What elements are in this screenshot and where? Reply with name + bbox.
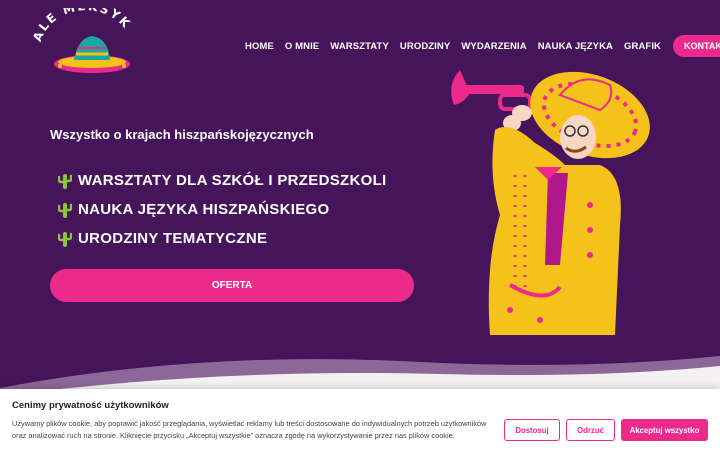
feature-list: WARSZTATY DLA SZKÓŁ I PRZEDSZKOLI NAUKA … [58,166,387,253]
svg-text:ALE MEKSYK: ALE MEKSYK [30,8,134,43]
hero-section: ALE MEKSYK HOME O MNIE WARSZTATY URODZIN… [0,0,720,450]
nav-nauka-jezyka[interactable]: NAUKA JĘZYKA [538,41,613,52]
nav-wydarzenia[interactable]: WYDARZENIA [461,41,526,52]
accept-all-button[interactable]: Akceptuj wszystko [621,419,708,441]
cookie-title: Cenimy prywatność użytkowników [12,400,169,411]
reject-button[interactable]: Odrzuć [566,419,615,441]
main-nav: HOME O MNIE WARSZTATY URODZINY WYDARZENI… [245,35,720,57]
cactus-icon [58,173,72,189]
cookie-banner: Cenimy prywatność użytkowników Używamy p… [0,389,720,450]
contact-button[interactable]: KONTAKT [673,35,720,57]
feature-label: NAUKA JĘZYKA HISZPAŃSKIEGO [78,201,330,218]
offer-button[interactable]: OFERTA [50,269,414,302]
feature-item: URODZINY TEMATYCZNE [58,224,387,253]
feature-item: WARSZTATY DLA SZKÓŁ I PRZEDSZKOLI [58,166,387,195]
feature-label: WARSZTATY DLA SZKÓŁ I PRZEDSZKOLI [78,172,387,189]
ale-meksyk-logo[interactable]: ALE MEKSYK [30,8,140,80]
customize-button[interactable]: Dostosuj [504,419,560,441]
cactus-icon [58,202,72,218]
nav-grafik[interactable]: GRAFIK [624,41,661,52]
nav-warsztaty[interactable]: WARSZTATY [330,41,389,52]
mariachi-illustration [451,70,650,335]
cookie-text: Używamy plików cookie, aby poprawić jako… [12,419,487,440]
feature-item: NAUKA JĘZYKA HISZPAŃSKIEGO [58,195,387,224]
hero-subtitle: Wszystko o krajach hiszpańskojęzycznych [50,127,314,142]
cactus-icon [58,231,72,247]
feature-label: URODZINY TEMATYCZNE [78,230,268,247]
nav-home[interactable]: HOME [245,41,274,52]
nav-o-mnie[interactable]: O MNIE [285,41,319,52]
nav-urodziny[interactable]: URODZINY [400,41,450,52]
